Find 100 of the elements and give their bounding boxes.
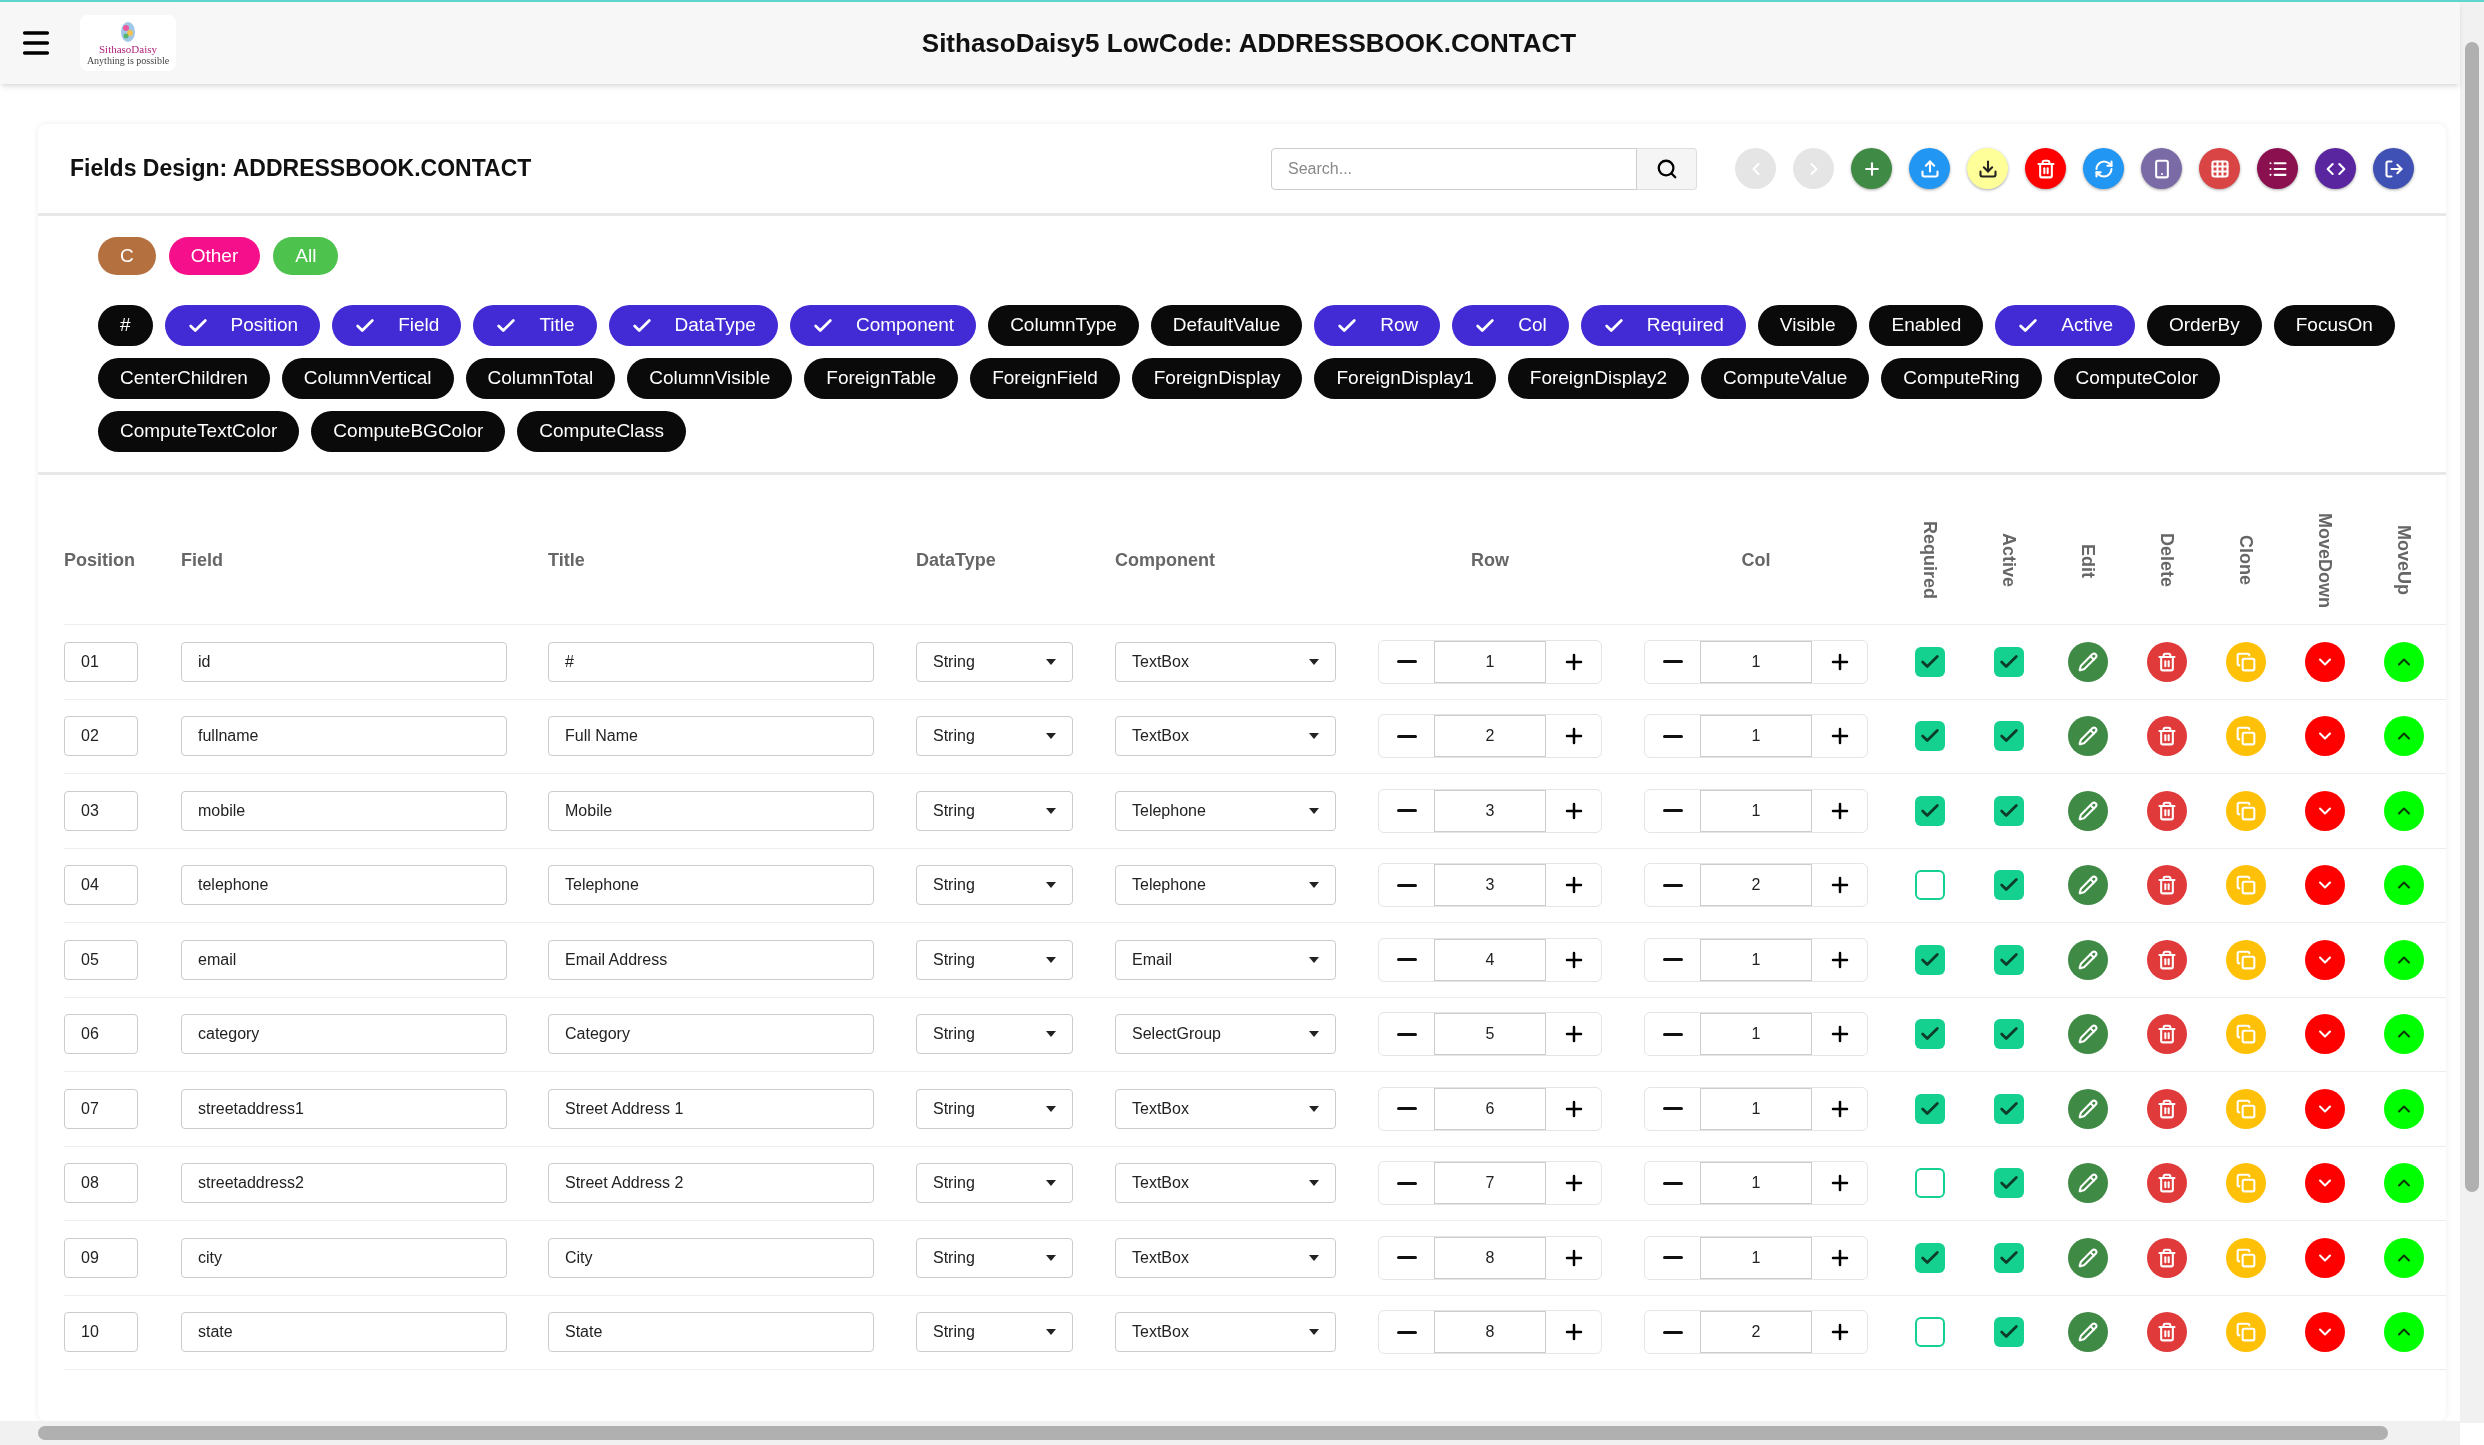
number-input[interactable]: 7 [1434, 1162, 1546, 1205]
column-chip[interactable]: ForeignDisplay1 [1314, 358, 1496, 399]
field-input[interactable]: fullname [181, 716, 507, 757]
select-field[interactable]: String [916, 716, 1073, 757]
column-chip[interactable]: CenterChildren [98, 358, 270, 399]
column-chip[interactable]: # [98, 305, 153, 346]
select-field[interactable]: Telephone [1115, 790, 1336, 831]
column-chip[interactable]: ComputeValue [1701, 358, 1870, 399]
select-field[interactable]: TextBox [1115, 641, 1336, 682]
number-input[interactable]: 8 [1434, 1236, 1546, 1279]
move-up-button[interactable] [2383, 1014, 2424, 1055]
move-down-button[interactable] [2304, 1163, 2345, 1204]
title-input[interactable]: Full Name [548, 716, 874, 757]
select-field[interactable]: TextBox [1115, 1088, 1336, 1129]
checkbox[interactable] [1914, 795, 1945, 826]
edit-button[interactable] [2067, 939, 2108, 980]
column-chip[interactable]: ColumnTotal [465, 358, 616, 399]
search-field[interactable]: Search... [1271, 147, 1637, 190]
column-chip[interactable]: Col [1452, 305, 1569, 346]
field-input[interactable]: email [181, 939, 507, 980]
column-chip[interactable]: ColumnVertical [281, 358, 454, 399]
edit-button[interactable] [2067, 641, 2108, 682]
group-chip[interactable]: C [98, 237, 156, 275]
position-input[interactable]: 01 [64, 641, 138, 682]
delete-button[interactable] [2146, 716, 2187, 757]
number-input[interactable]: 1 [1700, 1087, 1812, 1130]
edit-button[interactable] [2067, 865, 2108, 906]
column-chip[interactable]: Required [1580, 305, 1746, 346]
number-input[interactable]: 1 [1700, 789, 1812, 832]
checkbox[interactable] [1914, 646, 1945, 677]
column-chip[interactable]: Row [1314, 305, 1441, 346]
move-down-button[interactable] [2304, 1088, 2345, 1129]
column-chip[interactable]: ComputeRing [1881, 358, 2042, 399]
column-chip[interactable]: ColumnVisible [627, 358, 793, 399]
column-chip[interactable]: Enabled [1869, 305, 1984, 346]
field-input[interactable]: id [181, 641, 507, 682]
checkbox[interactable] [1993, 646, 2024, 677]
select-field[interactable]: SelectGroup [1115, 1014, 1336, 1055]
edit-button[interactable] [2067, 1014, 2108, 1055]
title-input[interactable]: State [548, 1312, 874, 1353]
checkbox[interactable] [1914, 1168, 1945, 1199]
edit-button[interactable] [2067, 1088, 2108, 1129]
checkbox[interactable] [1993, 721, 2024, 752]
delete-button[interactable] [2146, 1088, 2187, 1129]
column-chip[interactable]: Position [164, 305, 321, 346]
select-field[interactable]: String [916, 1014, 1073, 1055]
select-field[interactable]: String [916, 1312, 1073, 1353]
delete-button[interactable] [2146, 641, 2187, 682]
column-chip[interactable]: ColumnType [988, 305, 1139, 346]
select-field[interactable]: String [916, 1237, 1073, 1278]
title-input[interactable]: Email Address [548, 939, 874, 980]
move-up-button[interactable] [2383, 716, 2424, 757]
checkbox[interactable] [1993, 795, 2024, 826]
move-down-button[interactable] [2304, 1312, 2345, 1353]
number-input[interactable]: 1 [1700, 938, 1812, 981]
select-field[interactable]: TextBox [1115, 1237, 1336, 1278]
select-field[interactable]: String [916, 1163, 1073, 1204]
delete-button[interactable] [2146, 1163, 2187, 1204]
move-down-button[interactable] [2304, 790, 2345, 831]
column-chip[interactable]: ForeignDisplay2 [1507, 358, 1690, 399]
column-chip[interactable]: DefaultValue [1150, 305, 1303, 346]
move-down-button[interactable] [2304, 865, 2345, 906]
edit-button[interactable] [2067, 1163, 2108, 1204]
delete-button[interactable] [2146, 1237, 2187, 1278]
checkbox[interactable] [1914, 1093, 1945, 1124]
number-input[interactable]: 4 [1434, 938, 1546, 981]
group-chip[interactable]: Other [168, 237, 261, 275]
move-down-button[interactable] [2304, 641, 2345, 682]
title-input[interactable]: Mobile [548, 790, 874, 831]
select-field[interactable]: Email [1115, 939, 1336, 980]
move-up-button[interactable] [2383, 1088, 2424, 1129]
field-input[interactable]: category [181, 1014, 507, 1055]
column-chip[interactable]: FocusOn [2273, 305, 2395, 346]
toolbar-button[interactable] [2315, 148, 2356, 189]
move-up-button[interactable] [2383, 1163, 2424, 1204]
column-chip[interactable]: Visible [1757, 305, 1858, 346]
number-input[interactable]: 1 [1700, 1013, 1812, 1056]
select-field[interactable]: TextBox [1115, 1312, 1336, 1353]
move-up-button[interactable] [2383, 790, 2424, 831]
delete-button[interactable] [2146, 1014, 2187, 1055]
number-input[interactable]: 5 [1434, 1013, 1546, 1056]
checkbox[interactable] [1993, 1168, 2024, 1199]
number-input[interactable]: 1 [1700, 715, 1812, 758]
toolbar-button[interactable] [2257, 148, 2298, 189]
select-field[interactable]: String [916, 939, 1073, 980]
column-chip[interactable]: ComputeColor [2053, 358, 2221, 399]
checkbox[interactable] [1993, 1317, 2024, 1348]
delete-button[interactable] [2146, 865, 2187, 906]
move-down-button[interactable] [2304, 939, 2345, 980]
select-field[interactable]: String [916, 1088, 1073, 1129]
move-down-button[interactable] [2304, 1237, 2345, 1278]
move-down-button[interactable] [2304, 716, 2345, 757]
checkbox[interactable] [1993, 944, 2024, 975]
column-chip[interactable]: ComputeTextColor [98, 411, 300, 452]
number-input[interactable]: 2 [1700, 1311, 1812, 1354]
field-input[interactable]: state [181, 1312, 507, 1353]
edit-button[interactable] [2067, 1237, 2108, 1278]
field-input[interactable]: streetaddress1 [181, 1088, 507, 1129]
number-input[interactable]: 1 [1700, 640, 1812, 683]
checkbox[interactable] [1914, 721, 1945, 752]
